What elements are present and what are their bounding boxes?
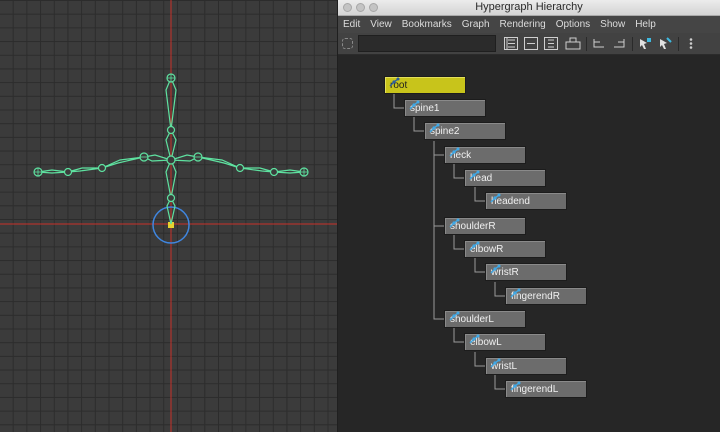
joint-icon <box>469 334 480 344</box>
menu-rendering[interactable]: Rendering <box>495 16 551 33</box>
node-spine1[interactable]: spine1 <box>404 99 486 117</box>
node-wristL[interactable]: wristL <box>485 357 567 375</box>
joint-head[interactable] <box>166 125 176 135</box>
joint-wristL[interactable] <box>269 167 279 177</box>
joint-icon <box>449 311 460 321</box>
hypergraph-window: Hypergraph Hierarchy Edit View Bookmarks… <box>337 0 720 432</box>
toolbar-separator <box>586 37 587 51</box>
collapse-icon[interactable] <box>522 35 540 52</box>
joint-icon <box>469 170 480 180</box>
menu-edit[interactable]: Edit <box>338 16 365 33</box>
joint-icon <box>469 241 480 251</box>
node-fingerendL[interactable]: fingerendL <box>505 380 587 398</box>
node-elbowL[interactable]: elbowL <box>464 333 546 351</box>
joint-elbowR[interactable] <box>97 163 107 173</box>
menu-graph[interactable]: Graph <box>457 16 495 33</box>
joint-icon <box>510 381 521 391</box>
node-head[interactable]: head <box>464 169 546 187</box>
joint-icon <box>490 264 501 274</box>
toolbar <box>338 33 720 55</box>
bone-wristR[interactable] <box>67 167 103 173</box>
joint-wristR[interactable] <box>63 167 73 177</box>
hierarchy-view-icon[interactable] <box>502 35 520 52</box>
joint-icon <box>449 147 460 157</box>
graph-icon[interactable] <box>564 35 582 52</box>
node-spine2[interactable]: spine2 <box>424 122 506 140</box>
menu-view[interactable]: View <box>365 16 397 33</box>
menu-show[interactable]: Show <box>595 16 630 33</box>
node-fingerendR[interactable]: fingerendR <box>505 287 587 305</box>
node-neck[interactable]: neck <box>444 146 526 164</box>
node-headend[interactable]: headend <box>485 192 567 210</box>
joint-icon <box>409 100 420 110</box>
bone-elbowR[interactable] <box>101 156 145 169</box>
bone-wristL[interactable] <box>239 167 275 173</box>
joint-icon <box>490 193 501 203</box>
joint-icon <box>389 77 400 87</box>
bookmark-icon[interactable] <box>636 35 654 52</box>
create-bookmark-icon[interactable] <box>656 35 674 52</box>
toolbar-separator <box>678 37 679 51</box>
hierarchy-graph[interactable]: root spine1 spine2 neck head headend sho… <box>338 55 720 432</box>
node-wristR[interactable]: wristR <box>485 263 567 281</box>
menu-bar: Edit View Bookmarks Graph Rendering Opti… <box>338 16 720 33</box>
node-shoulderL[interactable]: shoulderL <box>444 310 526 328</box>
more-options-icon[interactable] <box>682 35 700 52</box>
joint-elbowL[interactable] <box>235 163 245 173</box>
joint-icon <box>510 288 521 298</box>
joint-icon <box>449 218 460 228</box>
node-elbowR[interactable]: elbowR <box>464 240 546 258</box>
expand-icon[interactable] <box>542 35 560 52</box>
input-connections-icon[interactable] <box>590 35 608 52</box>
lasso-select-icon[interactable] <box>342 38 353 49</box>
title-bar[interactable]: Hypergraph Hierarchy <box>338 0 720 16</box>
joint-neck[interactable] <box>166 155 176 165</box>
node-shoulderR[interactable]: shoulderR <box>444 217 526 235</box>
menu-options[interactable]: Options <box>551 16 595 33</box>
window-title: Hypergraph Hierarchy <box>475 1 583 13</box>
node-root[interactable]: root <box>384 76 466 94</box>
toolbar-separator <box>632 37 633 51</box>
menu-help[interactable]: Help <box>630 16 661 33</box>
joint-icon <box>490 358 501 368</box>
output-connections-icon[interactable] <box>610 35 628 52</box>
menu-bookmarks[interactable]: Bookmarks <box>397 16 457 33</box>
search-field[interactable] <box>358 35 496 52</box>
joint-spine1[interactable] <box>166 193 176 203</box>
bone-elbowL[interactable] <box>197 156 241 169</box>
joint-icon <box>429 123 440 133</box>
